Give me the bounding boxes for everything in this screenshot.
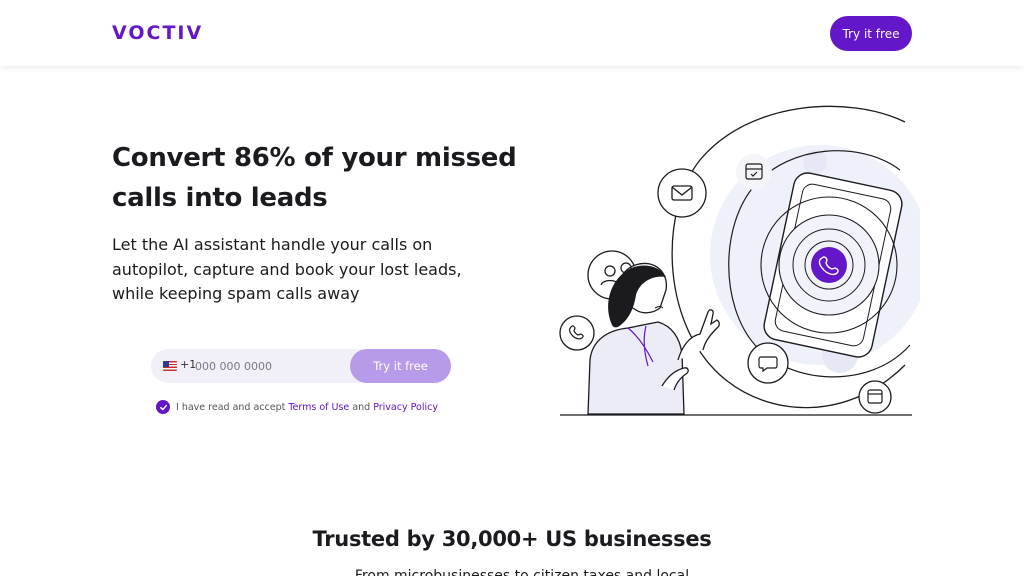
us-flag-icon[interactable] [163, 361, 177, 371]
phone-icon [559, 315, 595, 351]
terms-of-use-link[interactable]: Terms of Use [288, 402, 349, 413]
hero-illustration [559, 105, 920, 416]
envelope-icon [657, 168, 707, 218]
consent-checkbox[interactable] [156, 400, 170, 414]
consent-prefix: I have read and accept [176, 401, 289, 413]
phone-number-input[interactable] [195, 356, 345, 376]
hero-title-line-2: calls into leads [112, 183, 328, 213]
incoming-call-icon [811, 247, 847, 283]
background-dot [803, 150, 827, 174]
privacy-policy-link[interactable]: Privacy Policy [373, 402, 438, 413]
phone-signup-form: +1 Try it free [151, 349, 451, 383]
dial-code[interactable]: +1 [180, 358, 196, 371]
chat-icon [747, 342, 789, 384]
consent-row: I have read and accept Terms of Use and … [156, 399, 438, 415]
calendar-icon [736, 154, 772, 190]
hero-title: Convert 86% of your missed calls into le… [112, 138, 532, 218]
hero-title-line-1: Convert 86% of your missed [112, 143, 517, 173]
trusted-heading: Trusted by 30,000+ US businesses [312, 527, 712, 551]
voctiv-logo[interactable]: VOCTIV [112, 22, 203, 44]
consent-conjunction: and [349, 401, 374, 413]
form-try-free-button[interactable]: Try it free [350, 349, 451, 383]
header-try-free-button[interactable]: Try it free [830, 16, 912, 51]
trusted-subtext: From microbusinesses to citizen taxes an… [354, 568, 690, 576]
calendar-icon [858, 380, 892, 414]
checkmark-icon [159, 404, 167, 410]
hero-subtitle: Let the AI assistant handle your calls o… [112, 235, 462, 303]
site-header: VOCTIV Try it free [0, 0, 1024, 66]
